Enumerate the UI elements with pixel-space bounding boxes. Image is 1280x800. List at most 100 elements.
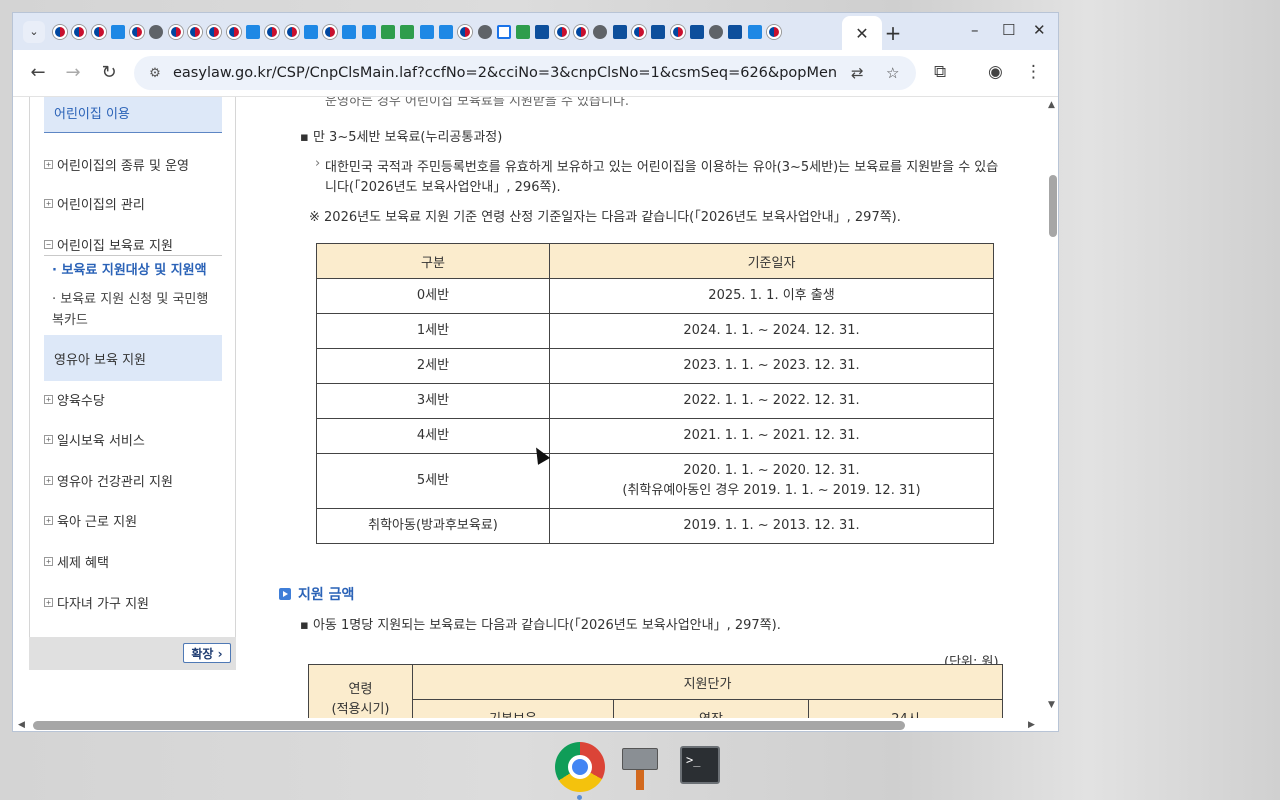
sidebar-item-work-support[interactable]: + 육아 근로 지원 [44,511,137,530]
tab-favicon-taeguk-icon[interactable] [766,24,786,39]
tab-favicon-law-icon[interactable] [342,24,361,39]
vertical-scroll-thumb[interactable] [1049,175,1057,237]
tab-favicon-taeguk-icon[interactable] [91,24,111,39]
table-header-cell: 연장 [613,699,809,718]
tab-favicon-taeguk-icon[interactable] [554,24,574,39]
sidebar-item-health[interactable]: + 영유아 건강관리 지원 [44,471,173,490]
terminal-taskbar-icon[interactable]: >_ [680,742,730,792]
sidebar-item-types[interactable]: + 어린이집의 종류 및 운영 [44,155,189,174]
sidebar-item-multichild[interactable]: + 다자녀 가구 지원 [44,593,149,612]
tab-favicon-taeguk-icon[interactable] [670,24,690,39]
table-cell: 취학아동(방과후보육료) [316,508,550,544]
paint-app-taskbar-icon[interactable] [620,742,670,792]
tab-favicon-law-icon[interactable] [303,24,323,39]
sidebar-item-management[interactable]: + 어린이집의 관리 [44,194,145,213]
age-criteria-note: ※ 2026년도 보육료 지원 기준 연령 산정 기준일자는 다음과 같습니다(… [309,210,901,225]
minimize-button[interactable]: – [971,21,979,39]
table-cell: 4세반 [316,418,550,454]
tab-favicon-hometax-icon[interactable] [535,24,554,39]
reload-button[interactable]: ↻ [97,62,121,83]
tab-favicon-taeguk-icon[interactable] [265,24,284,39]
tab-favicon-law-icon[interactable] [438,24,458,39]
expand-button[interactable]: 확장 › [183,643,231,663]
tab-favicon-taeguk-icon[interactable] [72,24,91,39]
scroll-up-icon[interactable]: ▲ [1048,100,1055,110]
table-header-row: 구분 기준일자 [316,243,994,279]
tab-favicon-green-icon[interactable] [400,24,419,39]
tab-favicon-taeguk-icon[interactable] [574,24,593,39]
table-cell: 5세반 [316,453,550,509]
tab-favicon-hometax-icon[interactable] [612,24,632,39]
sidebar-item-label: 세제 혜택 [57,556,109,571]
tab-favicon-taeguk-icon[interactable] [168,24,188,39]
forward-button[interactable]: → [61,62,85,83]
sidebar-item-tax[interactable]: + 세제 혜택 [44,552,109,571]
tab-favicon-hometax-icon[interactable] [651,24,670,39]
profile-icon[interactable]: ◉ [988,62,1003,82]
tab-favicon-law-icon[interactable] [110,24,130,39]
nuri-desc-line1: 대한민국 국적과 주민등록번호를 유효하게 보유하고 있는 어린이집을 이용하는… [325,160,999,175]
tab-search-button[interactable]: ⌄ [23,20,45,43]
tab-close-icon[interactable]: ✕ [855,24,868,43]
browser-menu-icon[interactable]: ⋮ [1025,62,1042,82]
table-cell: 2세반 [316,348,550,384]
chrome-taskbar-icon[interactable] [555,742,605,792]
translate-icon[interactable]: ⇄ [851,64,864,82]
expand-plus-icon: + [44,557,53,566]
url-text[interactable]: easylaw.go.kr/CSP/CnpClsMain.laf?ccfNo=2… [173,65,838,81]
vertical-scrollbar[interactable]: ▲ ▼ [1045,97,1058,718]
sidebar-item-temporary-care[interactable]: + 일시보육 서비스 [44,430,145,449]
close-window-button[interactable]: ✕ [1033,21,1046,39]
tab-favicon-law-icon[interactable] [361,24,381,39]
sidebar-item-fee-support[interactable]: − 어린이집 보육료 지원 [44,235,173,254]
tab-favicon-globe-icon[interactable] [149,24,168,39]
table-row: 4세반 2021. 1. 1. ~ 2021. 12. 31. [316,418,994,454]
table-header-cell: 기본보육 [412,699,614,718]
sidebar-item-label: 다자녀 가구 지원 [57,597,149,612]
maximize-button[interactable]: ☐ [1002,21,1015,39]
back-button[interactable]: ← [26,62,50,83]
tab-favicon-taeguk-icon[interactable] [130,24,149,39]
new-tab-button[interactable]: + [883,21,903,45]
horizontal-scroll-thumb[interactable] [33,721,905,730]
extensions-icon[interactable]: ⧉ [934,62,946,82]
tab-favicon-taeguk-icon[interactable] [458,24,477,39]
tab-favicon-taeguk-icon[interactable] [226,24,246,39]
tab-favicon-taeguk-icon[interactable] [284,24,304,39]
tab-favicon-hometax-icon[interactable] [728,24,747,39]
tab-favicon-green-icon[interactable] [381,24,400,39]
tab-favicon-law-icon[interactable] [419,24,439,39]
horizontal-scrollbar[interactable]: ◀ ▶ [13,718,1058,731]
browser-window: ⌄ ✕ + – ☐ ✕ ← → ↻ ⚙ easylaw.go.kr/CSP/Cn… [12,12,1059,732]
tab-favicon-globe-icon[interactable] [709,24,728,39]
bookmark-star-icon[interactable]: ☆ [886,64,899,82]
tab-favicon-home-icon[interactable] [496,24,516,39]
sidebar-current-section[interactable]: 어린이집 이용 [44,97,222,133]
sub-bullet-icon: › [315,156,321,171]
scroll-down-icon[interactable]: ▼ [1048,700,1055,710]
tab-favicon-taeguk-icon[interactable] [207,24,226,39]
scroll-left-icon[interactable]: ◀ [18,720,25,730]
tab-favicon-globe-icon[interactable] [477,24,497,39]
tab-favicon-globe-icon[interactable] [593,24,612,39]
tab-favicon-taeguk-icon[interactable] [53,24,72,39]
tab-favicon-law-icon[interactable] [245,24,265,39]
tab-favicon-law-icon[interactable] [747,24,767,39]
sidebar-subitem-application[interactable]: · 보육료 지원 신청 및 국민행복카드 [52,289,218,331]
amount-table: 연령 (적용시기) 지원단가 기본보육 연장 24시 [308,664,1003,718]
table-header-cell: 구분 [316,243,550,279]
tab-favicon-green-icon[interactable] [516,24,535,39]
tab-favicon-hometax-icon[interactable] [689,24,709,39]
tab-favicon-taeguk-icon[interactable] [188,24,207,39]
tab-favicon-taeguk-icon[interactable] [323,24,342,39]
address-bar[interactable]: ⚙ easylaw.go.kr/CSP/CnpClsMain.laf?ccfNo… [134,56,916,90]
table-header-cell: 24시 [808,699,1003,718]
sidebar-section-infant[interactable]: 영유아 보육 지원 [44,335,222,381]
tab-favicon-taeguk-icon[interactable] [631,24,651,39]
scroll-right-icon[interactable]: ▶ [1028,720,1035,730]
sidebar-item-childcare-allowance[interactable]: + 양육수당 [44,390,105,409]
tab-list [53,24,786,39]
sidebar-subitem-eligibility[interactable]: · 보육료 지원대상 및 지원액 [52,260,207,281]
site-info-icon[interactable]: ⚙ [146,66,164,81]
active-tab[interactable]: ✕ [842,16,882,50]
